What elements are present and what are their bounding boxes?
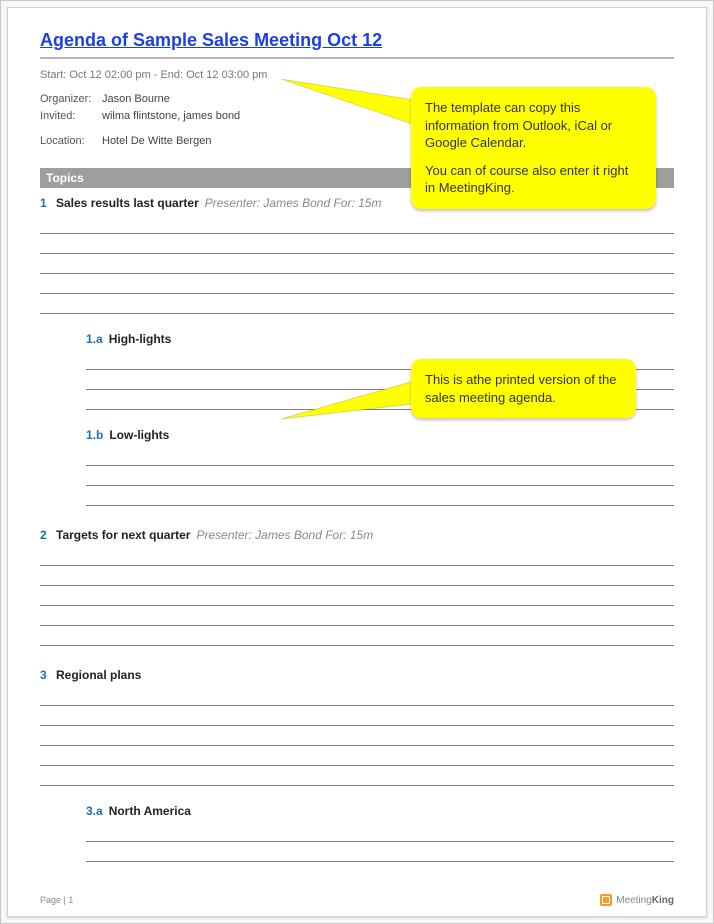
topic-name: Targets for next quarter xyxy=(56,528,190,542)
screenshot-frame: Agenda of Sample Sales Meeting Oct 12 St… xyxy=(0,0,714,924)
writing-lines xyxy=(40,214,674,314)
location-label: Location: xyxy=(40,133,102,150)
writing-lines xyxy=(86,446,674,506)
topic-item: 3 Regional plans 3.a North America xyxy=(40,668,674,862)
subtopic-number: 3.a xyxy=(86,804,103,818)
topic-name: Sales results last quarter xyxy=(56,196,199,210)
callout-printed-version: This is athe printed version of the sale… xyxy=(411,359,636,418)
topic-number: 2 xyxy=(40,528,50,542)
topic-item: 1 Sales results last quarter Presenter: … xyxy=(40,196,674,506)
meetingking-logo: MeetingKing xyxy=(600,894,674,906)
callout-tail xyxy=(281,79,421,139)
logo-icon xyxy=(600,894,612,906)
brand-suffix: King xyxy=(652,895,674,906)
writing-lines xyxy=(40,686,674,786)
invited-label: Invited: xyxy=(40,108,102,125)
writing-lines xyxy=(86,822,674,862)
subtopic-name: High-lights xyxy=(109,332,172,346)
topic-item: 2 Targets for next quarter Presenter: Ja… xyxy=(40,528,674,646)
page-footer: Page | 1 MeetingKing xyxy=(40,894,674,906)
subtopic-name: North America xyxy=(109,804,191,818)
subtopic-header: 1.a High-lights xyxy=(86,332,674,346)
invited-value: wilma flintstone, james bond xyxy=(102,108,240,125)
topic-number: 3 xyxy=(40,668,50,682)
callout-template-info: The template can copy this information f… xyxy=(411,87,656,209)
organizer-value: Jason Bourne xyxy=(102,91,170,108)
subtopic-number: 1.a xyxy=(86,332,103,346)
title-divider xyxy=(40,57,674,59)
topic-header: 3 Regional plans xyxy=(40,668,674,682)
callout-text: This is athe printed version of the sale… xyxy=(425,371,622,406)
subtopic-name: Low-lights xyxy=(109,428,169,442)
organizer-label: Organizer: xyxy=(40,91,102,108)
page-number: Page | 1 xyxy=(40,895,73,905)
callout-text: The template can copy this information f… xyxy=(425,99,642,152)
topic-meta: Presenter: James Bond For: 15m xyxy=(196,528,373,542)
topic-name: Regional plans xyxy=(56,668,141,682)
agenda-title: Agenda of Sample Sales Meeting Oct 12 xyxy=(40,30,674,51)
callout-text: You can of course also enter it right in… xyxy=(425,162,642,197)
writing-lines xyxy=(40,546,674,646)
topic-header: 2 Targets for next quarter Presenter: Ja… xyxy=(40,528,674,542)
topic-meta: Presenter: James Bond For: 15m xyxy=(205,196,382,210)
topic-number: 1 xyxy=(40,196,50,210)
callout-tail xyxy=(281,379,421,439)
subtopic-number: 1.b xyxy=(86,428,103,442)
location-value: Hotel De Witte Bergen xyxy=(102,133,211,150)
subtopic-header: 3.a North America xyxy=(86,804,674,818)
brand-prefix: Meeting xyxy=(616,895,652,906)
